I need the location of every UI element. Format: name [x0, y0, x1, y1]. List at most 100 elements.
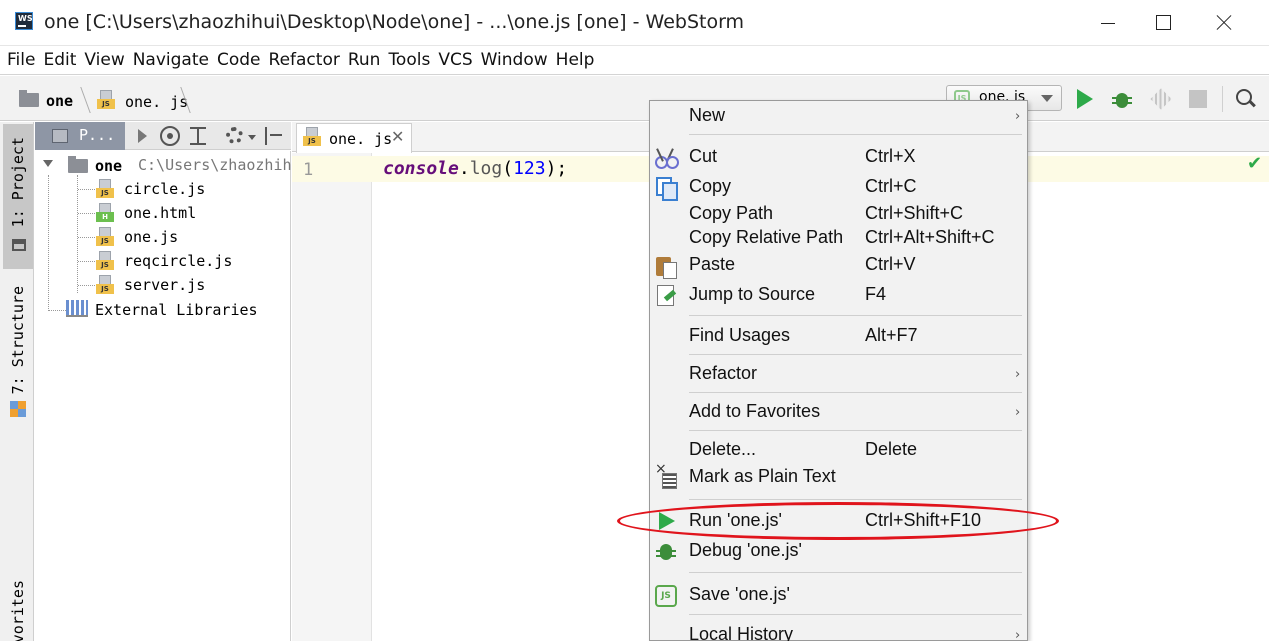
- menu-item-copy-path[interactable]: Copy Path Ctrl+Shift+C: [650, 201, 1027, 227]
- debug-icon: [655, 541, 677, 563]
- collapse-all-icon[interactable]: [190, 127, 206, 145]
- tree-file-name[interactable]: reqcircle.js: [124, 252, 232, 270]
- html-file-icon: H: [96, 203, 114, 223]
- menu-item-find-usages[interactable]: Find Usages Alt+F7: [650, 323, 1027, 349]
- menu-separator: [689, 315, 1022, 316]
- editor-tab-label[interactable]: one. js: [329, 130, 392, 148]
- menu-item-jump-to-source[interactable]: Jump to Source F4: [650, 282, 1027, 308]
- tree-file-name[interactable]: one.html: [124, 204, 196, 222]
- code-object: console: [383, 158, 459, 179]
- window-title: one [C:\Users\zhaozhihui\Desktop\Node\on…: [44, 11, 744, 33]
- js-file-icon: JS: [96, 275, 114, 295]
- close-window-button[interactable]: [1200, 0, 1246, 46]
- minimize-button[interactable]: [1085, 0, 1131, 46]
- menu-item-save[interactable]: JS Save 'one.js': [650, 582, 1027, 608]
- menu-help[interactable]: Help: [556, 47, 595, 74]
- menu-item-label: Paste: [689, 254, 735, 275]
- expand-icon[interactable]: [138, 129, 147, 143]
- menu-separator: [689, 134, 1022, 135]
- project-view-label[interactable]: P...: [79, 126, 115, 144]
- js-file-icon: JS: [97, 90, 115, 110]
- menu-item-label: Add to Favorites: [689, 401, 820, 422]
- checkmark-icon: ✔: [1247, 154, 1262, 174]
- code-method: log: [470, 158, 503, 179]
- menu-item-label: Debug 'one.js': [689, 540, 802, 561]
- menu-item-shortcut: Delete: [865, 439, 917, 460]
- menu-item-local-history[interactable]: Local History ›: [650, 622, 1027, 641]
- menu-window[interactable]: Window: [481, 47, 548, 74]
- line-number: 1: [303, 160, 313, 180]
- gear-icon[interactable]: [226, 127, 243, 144]
- run-icon[interactable]: [1077, 89, 1093, 109]
- locate-file-icon[interactable]: [160, 126, 180, 146]
- menu-item-label: New: [689, 105, 725, 126]
- menu-item-paste[interactable]: Paste Ctrl+V: [650, 252, 1027, 278]
- menu-item-label: Jump to Source: [689, 284, 815, 305]
- menu-item-shortcut: Ctrl+Alt+Shift+C: [865, 227, 995, 248]
- tree-file-name[interactable]: circle.js: [124, 180, 205, 198]
- tree-file-name[interactable]: server.js: [124, 276, 205, 294]
- structure-tool-label[interactable]: 7: Structure: [9, 286, 27, 394]
- menu-refactor[interactable]: Refactor: [269, 47, 340, 74]
- menu-item-refactor[interactable]: Refactor ›: [650, 361, 1027, 387]
- project-tree: [35, 151, 291, 641]
- menu-item-shortcut: F4: [865, 284, 886, 305]
- menu-navigate[interactable]: Navigate: [133, 47, 209, 74]
- menu-item-shortcut: Alt+F7: [865, 325, 918, 346]
- menu-item-label: Save 'one.js': [689, 584, 790, 605]
- debug-icon[interactable]: [1112, 88, 1132, 110]
- nodejs-icon: JS: [655, 585, 677, 607]
- tree-root-name[interactable]: one: [95, 157, 122, 175]
- menu-item-add-to-favorites[interactable]: Add to Favorites ›: [650, 399, 1027, 425]
- menu-vcs[interactable]: VCS: [438, 47, 472, 74]
- menu-item-shortcut: Ctrl+Shift+C: [865, 203, 963, 224]
- menu-item-label: Copy Relative Path: [689, 227, 843, 248]
- menu-item-label: Copy: [689, 176, 731, 197]
- breadcrumb-project[interactable]: one: [46, 92, 73, 110]
- menu-item-mark-as-plain-text[interactable]: Mark as Plain Text: [650, 464, 1027, 490]
- menu-view[interactable]: View: [84, 47, 124, 74]
- menu-item-cut[interactable]: Cut Ctrl+X: [650, 144, 1027, 170]
- close-icon[interactable]: ✕: [391, 128, 404, 146]
- project-tool-icon: [12, 239, 26, 251]
- code-line[interactable]: console.log(123);: [383, 158, 567, 179]
- paste-icon: [655, 255, 677, 277]
- code-close: );: [546, 158, 568, 179]
- menu-item-label: Refactor: [689, 363, 757, 384]
- menu-item-copy[interactable]: Copy Ctrl+C: [650, 174, 1027, 200]
- tree-guide: [48, 310, 66, 311]
- menu-code[interactable]: Code: [217, 47, 261, 74]
- search-icon[interactable]: [1235, 88, 1255, 108]
- favorites-tool-label[interactable]: avorites: [9, 580, 27, 641]
- menu-run[interactable]: Run: [348, 47, 381, 74]
- app-icon-text: WS: [18, 14, 33, 23]
- title-bar: WS one [C:\Users\zhaozhihui\Desktop\Node…: [0, 0, 1269, 46]
- menu-separator: [689, 572, 1022, 573]
- chevron-down-icon[interactable]: [43, 160, 53, 167]
- chevron-down-icon: [1041, 95, 1053, 102]
- tree-file-name[interactable]: one.js: [124, 228, 178, 246]
- hide-panel-icon[interactable]: [265, 127, 283, 145]
- stop-icon[interactable]: [1189, 90, 1207, 108]
- highlight-annotation: [617, 502, 1059, 540]
- menu-item-label: Cut: [689, 146, 717, 167]
- menu-separator: [689, 430, 1022, 431]
- maximize-button[interactable]: [1140, 0, 1186, 46]
- menu-file[interactable]: File: [7, 47, 35, 74]
- menu-edit[interactable]: Edit: [43, 47, 76, 74]
- project-tool-label[interactable]: 1: Project: [9, 137, 27, 227]
- menu-item-new[interactable]: New ›: [650, 103, 1027, 129]
- menu-item-shortcut: Ctrl+X: [865, 146, 916, 167]
- menu-separator: [689, 354, 1022, 355]
- menu-item-debug[interactable]: Debug 'one.js': [650, 538, 1027, 564]
- menu-item-shortcut: Ctrl+V: [865, 254, 916, 275]
- js-file-icon: JS: [96, 251, 114, 271]
- toolbar-divider: [1222, 86, 1223, 112]
- tree-root-path: C:\Users\zhaozhihui: [138, 156, 291, 174]
- menu-item-delete[interactable]: Delete... Delete: [650, 437, 1027, 463]
- js-file-icon: JS: [96, 227, 114, 247]
- menu-tools[interactable]: Tools: [388, 47, 430, 74]
- menu-item-copy-relative-path[interactable]: Copy Relative Path Ctrl+Alt+Shift+C: [650, 225, 1027, 251]
- external-libraries-item[interactable]: External Libraries: [95, 301, 258, 319]
- tree-guide: [77, 175, 78, 293]
